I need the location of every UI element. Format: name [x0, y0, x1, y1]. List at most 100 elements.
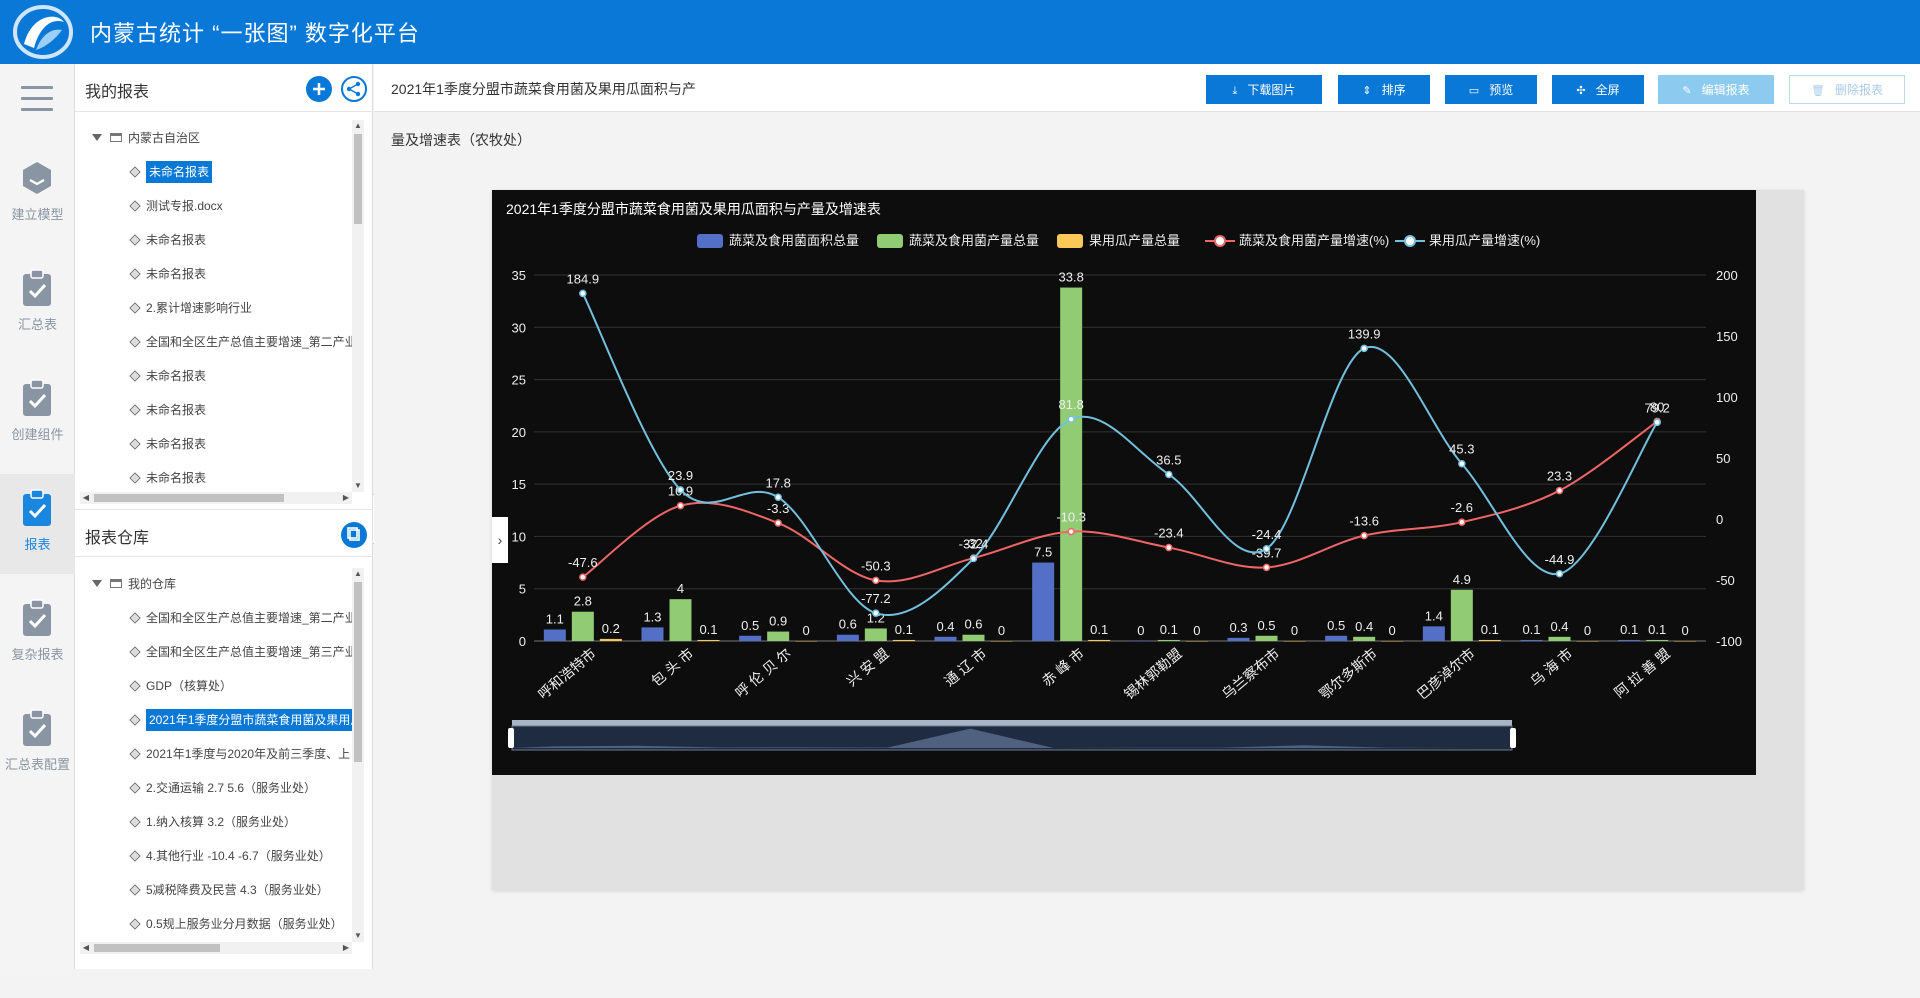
- x-tick-label: 赤 峰 市: [1039, 645, 1087, 689]
- tree-item[interactable]: 2021年1季度与2020年及前三季度、上: [80, 736, 360, 770]
- delete-label: 删除报表: [1834, 83, 1883, 97]
- tree-item[interactable]: 未命名报表: [80, 460, 360, 494]
- tree-item[interactable]: 0.5规上服务业分月数据（服务业处）: [80, 906, 360, 940]
- rail-label: 汇总表: [17, 317, 57, 332]
- tree-item[interactable]: 1.纳入核算 3.2（服务业处）: [80, 804, 360, 838]
- line-point: [676, 486, 685, 494]
- preview-button[interactable]: ▭ 预览: [1445, 75, 1537, 104]
- download-image-button[interactable]: ⤓ 下载图片: [1206, 75, 1322, 104]
- rail-item-3[interactable]: 报表: [0, 474, 75, 574]
- rail-item-2[interactable]: 创建组件: [0, 364, 75, 464]
- line-point: [872, 609, 880, 617]
- bar-label: 0.1: [895, 622, 913, 637]
- tree-item[interactable]: 未命名报表: [80, 256, 360, 290]
- trash-icon: 🗑: [1811, 85, 1825, 97]
- tree-item[interactable]: 未命名报表: [80, 358, 360, 392]
- main-area: 2021年1季度分盟市蔬菜食用菌及果用瓜面积与产 ⤓ 下载图片 ⇕ 排序 ▭ 预览 ✣…: [374, 64, 1920, 969]
- tree-item-label: 2.交通运输 2.7 5.6（服务业处）: [146, 780, 317, 795]
- bar: [864, 628, 887, 641]
- add-report-button[interactable]: [306, 76, 332, 102]
- legend-label: 果用瓜产量总量: [1089, 233, 1180, 248]
- tree-item-label: 未命名报表: [146, 436, 207, 451]
- my-reports-hscroll[interactable]: ◀ ▶: [80, 492, 352, 504]
- bar-label: 0.4: [936, 619, 954, 634]
- line-point: [774, 519, 782, 527]
- line-point: [1067, 527, 1075, 536]
- tree-item[interactable]: 未命名报表: [80, 222, 360, 256]
- legend-label: 蔬菜及食用菌产量增速(%): [1239, 233, 1389, 248]
- tree-item[interactable]: 未命名报表: [80, 154, 360, 188]
- my-reports-header: 我的报表: [75, 64, 373, 112]
- sort-label: 排序: [1381, 83, 1406, 97]
- bar: [1060, 287, 1083, 641]
- tree-item[interactable]: 2021年1季度分盟市蔬菜食用菌及果用瓜面积: [80, 702, 360, 736]
- line-label: 45.3: [1449, 442, 1474, 457]
- line-label: 17.8: [766, 475, 791, 490]
- tree-item-label: 未命名报表: [146, 470, 207, 485]
- bar-label: 0.1: [1522, 622, 1540, 637]
- tree-root[interactable]: 内蒙古自治区: [80, 120, 360, 154]
- cube-icon: [129, 166, 141, 178]
- tree-item[interactable]: 全国和全区生产总值主要增速_第二产业: [80, 600, 360, 634]
- y-right-tick: -100: [1716, 634, 1742, 649]
- fullscreen-button[interactable]: ✣ 全屏: [1552, 75, 1644, 104]
- share-button[interactable]: [341, 76, 367, 102]
- line-point: [1067, 415, 1075, 423]
- cube-icon: [129, 850, 141, 862]
- tree-root[interactable]: 我的仓库: [80, 566, 360, 600]
- tree-item[interactable]: 2.交通运输 2.7 5.6（服务业处）: [80, 770, 360, 804]
- chart-container: 2021年1季度分盟市蔬菜食用菌及果用瓜面积与产量及增速表 0 5 10 15 20 25 3…: [492, 190, 1756, 775]
- legend-marker: [1214, 235, 1226, 247]
- chart: 2021年1季度分盟市蔬菜食用菌及果用瓜面积与产量及增速表 0 5 10 15 20 25 3…: [506, 201, 1742, 751]
- bar: [1381, 641, 1404, 642]
- y-left-tick: 35: [512, 268, 526, 283]
- x-tick-label: 包 头 市: [648, 645, 696, 689]
- tree-item[interactable]: 未命名报表: [80, 392, 360, 426]
- tree-item[interactable]: GDP（核算处）: [80, 668, 360, 702]
- tree-root-label: 内蒙古自治区: [128, 130, 201, 145]
- tree-item[interactable]: 全国和全区生产总值主要增速_第三产业: [80, 634, 360, 668]
- bar-label: 0.1: [1160, 622, 1178, 637]
- tree-item[interactable]: 测试专报.docx: [80, 188, 360, 222]
- tree-item[interactable]: 4.其他行业 -10.4 -6.7（服务业处）: [80, 838, 360, 872]
- x-tick-label: 乌 海 市: [1527, 645, 1575, 689]
- rail-item-0[interactable]: 建立模型: [0, 144, 75, 244]
- bar-label: 0.9: [769, 614, 787, 629]
- bar-label: 0.1: [1090, 622, 1108, 637]
- tree-item[interactable]: 5减税降费及民营 4.3（服务业处）: [80, 872, 360, 906]
- x-tick-label: 呼和浩特市: [535, 645, 599, 702]
- tree-item[interactable]: 全国和全区生产总值主要增速_第二产业: [80, 324, 360, 358]
- logo-icon: [13, 5, 73, 59]
- warehouse-vscroll[interactable]: ▲ ▼: [352, 568, 364, 942]
- bar: [1032, 562, 1055, 641]
- y-right-tick: 0: [1716, 512, 1723, 527]
- y-left-tick: 5: [519, 582, 526, 597]
- tree-item[interactable]: 未命名报表: [80, 426, 360, 460]
- expand-panel-button[interactable]: ›: [492, 517, 508, 563]
- chart-title: 2021年1季度分盟市蔬菜食用菌及果用瓜面积与产量及增速表: [506, 201, 881, 217]
- copy-button[interactable]: [341, 522, 367, 548]
- line-point: [1458, 459, 1466, 468]
- warehouse-hscroll[interactable]: ◀ ▶: [80, 942, 352, 954]
- bar-label: 4.9: [1453, 572, 1471, 587]
- rail-item-5[interactable]: 汇总表配置: [0, 694, 75, 794]
- sort-button[interactable]: ⇕ 排序: [1338, 75, 1430, 104]
- my-reports-vscroll[interactable]: ▲ ▼: [352, 120, 364, 492]
- line-label: -23.4: [1154, 526, 1184, 541]
- edit-report-button[interactable]: ✎ 编辑报表: [1658, 75, 1774, 104]
- rail-item-4[interactable]: 复杂报表: [0, 584, 75, 684]
- rail-item-1[interactable]: 汇总表: [0, 254, 75, 354]
- x-tick-label: 锡林郭勒盟: [1121, 645, 1185, 702]
- tree-item[interactable]: 2.累计增速影响行业: [80, 290, 360, 324]
- clipboard-check-icon: [23, 489, 51, 526]
- my-reports-tree: 内蒙古自治区 未命名报表 测试专报.docx 未命名报表 未命名报表 2.累计增速影响行业…: [80, 120, 360, 550]
- rail-label: 报表: [24, 537, 51, 552]
- cube-icon: [129, 646, 141, 658]
- delete-report-button[interactable]: 🗑 删除报表: [1789, 75, 1905, 104]
- bar: [739, 635, 762, 641]
- bar-label: 0.3: [1229, 620, 1247, 635]
- menu-icon[interactable]: [21, 86, 53, 116]
- cube-icon: [129, 748, 141, 760]
- clipboard-check-icon: [23, 379, 51, 416]
- bar-label: 0.1: [1620, 622, 1638, 637]
